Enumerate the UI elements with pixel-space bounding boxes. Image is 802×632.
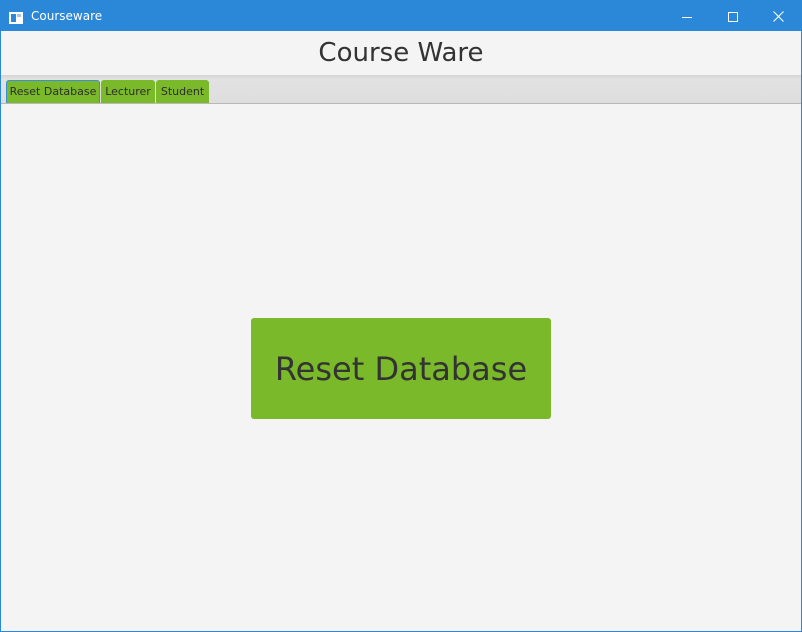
tab-bar: Reset Database Lecturer Student	[1, 75, 801, 104]
app-header: Course Ware	[1, 31, 801, 75]
maximize-button[interactable]	[710, 1, 756, 31]
tab-reset-database[interactable]: Reset Database	[6, 80, 100, 103]
app-window-icon	[9, 9, 23, 24]
close-button[interactable]	[755, 1, 801, 31]
minimize-button[interactable]	[664, 1, 710, 31]
window-title: Courseware	[31, 9, 103, 23]
app-window: Courseware Course Ware Reset Database Le…	[0, 0, 802, 632]
minimize-icon	[682, 7, 692, 26]
tab-lecturer[interactable]: Lecturer	[101, 80, 155, 103]
maximize-icon	[728, 7, 738, 26]
page-title: Course Ware	[318, 38, 484, 68]
close-icon	[772, 7, 784, 26]
title-bar[interactable]: Courseware	[1, 1, 801, 31]
reset-database-button[interactable]: Reset Database	[251, 318, 551, 419]
tab-content-panel: Reset Database	[1, 104, 801, 631]
tab-student[interactable]: Student	[156, 80, 209, 103]
